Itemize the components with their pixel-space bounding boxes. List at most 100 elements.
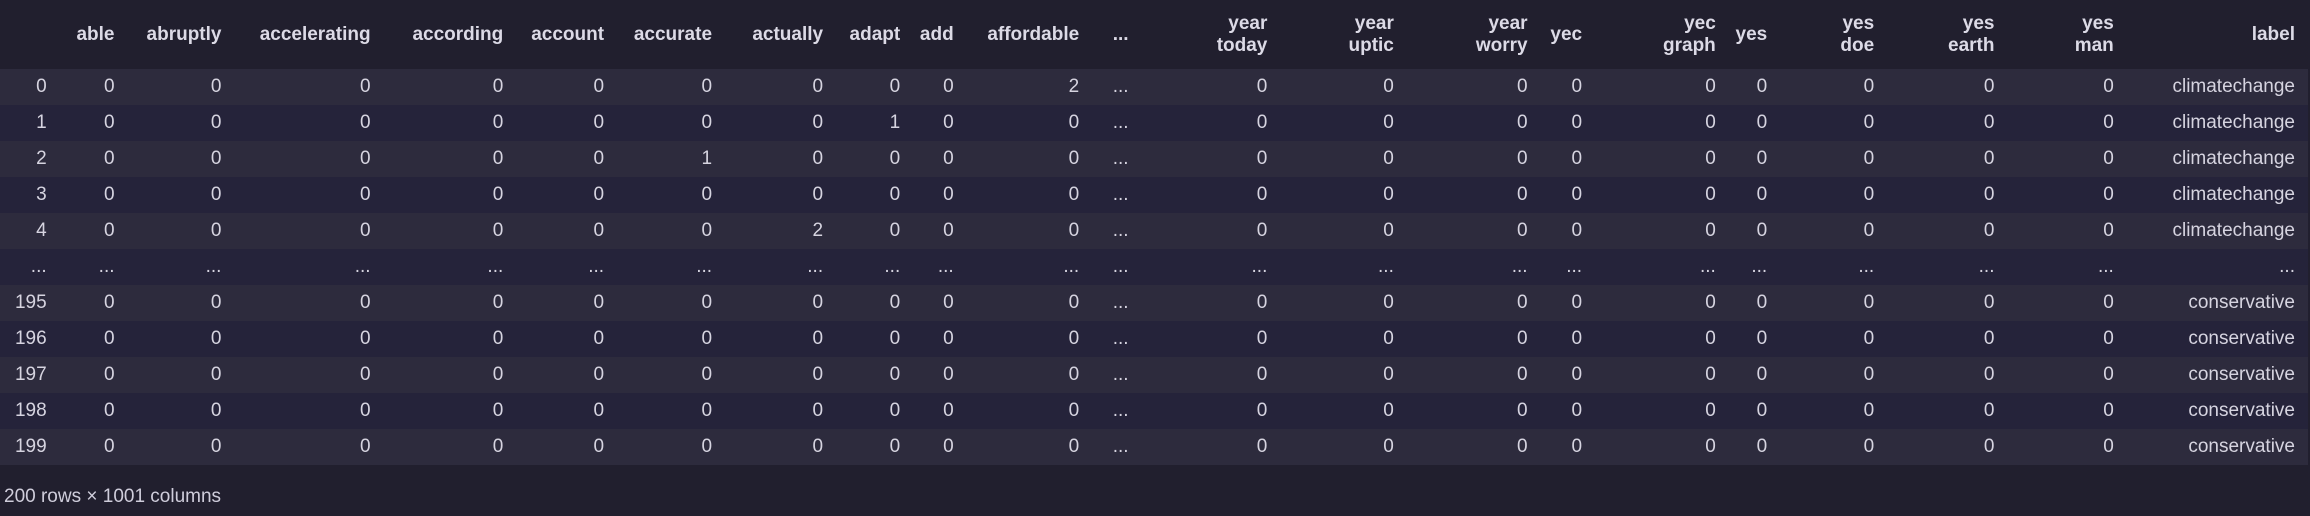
column-header: yes man bbox=[2074, 12, 2114, 56]
table-cell: 0 bbox=[1383, 148, 1394, 169]
table-cell: ... bbox=[487, 256, 504, 277]
table-cell: 0 bbox=[593, 364, 605, 385]
table-cell: 0 bbox=[701, 292, 713, 313]
table-row: 3 0 0 0 0 0 0 0 0 0 0... 0 0 0 0 0 0 0 0 0 climatechange bbox=[0, 177, 2308, 213]
table-cell: 0 bbox=[360, 328, 371, 349]
index-header bbox=[0, 0, 60, 69]
table-cell: 0 bbox=[812, 364, 824, 385]
table-cell: 0 bbox=[103, 400, 115, 421]
table-cell: 0 bbox=[1983, 328, 1995, 349]
table-cell: 0 bbox=[103, 76, 115, 97]
table-cell: 0 bbox=[812, 184, 824, 205]
table-cell: 0 bbox=[1705, 328, 1716, 349]
table-cell: ... bbox=[2279, 256, 2295, 277]
table-cell: 1 bbox=[889, 112, 901, 133]
table-cell: 0 bbox=[1517, 436, 1528, 457]
table-cell: ... bbox=[1378, 256, 1394, 277]
column-header: yec bbox=[1550, 23, 1583, 45]
column-header: affordable bbox=[987, 23, 1080, 45]
table-cell: 0 bbox=[1068, 400, 1080, 421]
table-cell: 0 bbox=[593, 220, 605, 241]
table-cell: 0 bbox=[943, 292, 954, 313]
table-cell: 0 bbox=[360, 292, 371, 313]
table-cell: 0 bbox=[1068, 328, 1080, 349]
table-cell: ... bbox=[1112, 364, 1129, 385]
table-cell: 0 bbox=[1756, 436, 1768, 457]
row-index: 199 bbox=[14, 436, 47, 457]
table-cell: 0 bbox=[1983, 400, 1995, 421]
table-cell: 0 bbox=[1383, 292, 1394, 313]
table-cell: 0 bbox=[492, 112, 504, 133]
table-row: 195 0 0 0 0 0 0 0 0 0 0... 0 0 0 0 0 0 0 0 0 conservative bbox=[0, 285, 2308, 321]
table-cell: 0 bbox=[1383, 328, 1394, 349]
row-index: 198 bbox=[14, 400, 47, 421]
table-cell: 0 bbox=[889, 76, 901, 97]
table-cell: ... bbox=[884, 256, 901, 277]
table-cell: 0 bbox=[1705, 292, 1716, 313]
table-cell: 0 bbox=[1383, 112, 1394, 133]
table-cell: 0 bbox=[1705, 148, 1716, 169]
table-cell: 0 bbox=[943, 184, 954, 205]
table-cell: 0 bbox=[889, 364, 901, 385]
table-cell: 2 bbox=[812, 220, 824, 241]
table-cell: 0 bbox=[360, 436, 371, 457]
table-cell: 0 bbox=[593, 328, 605, 349]
column-header: able bbox=[76, 23, 115, 45]
table-cell: 0 bbox=[1068, 292, 1080, 313]
table-cell: 0 bbox=[701, 364, 713, 385]
column-header: accurate bbox=[633, 23, 713, 45]
table-cell: 0 bbox=[2103, 76, 2114, 97]
table-cell: 0 bbox=[492, 220, 504, 241]
table-cell: 0 bbox=[1068, 436, 1080, 457]
table-cell: 0 bbox=[103, 220, 115, 241]
column-header: yec graph bbox=[1663, 12, 1716, 56]
table-cell: 0 bbox=[1517, 364, 1528, 385]
table-cell: 0 bbox=[812, 76, 824, 97]
column-header: ... bbox=[1112, 23, 1129, 45]
table-row: 196 0 0 0 0 0 0 0 0 0 0... 0 0 0 0 0 0 0 0 0 conservative bbox=[0, 321, 2308, 357]
table-cell: 0 bbox=[1983, 76, 1995, 97]
table-cell: 0 bbox=[2103, 220, 2114, 241]
table-cell: ... bbox=[696, 256, 713, 277]
column-header: year worry bbox=[1475, 12, 1528, 56]
table-cell: 0 bbox=[210, 436, 222, 457]
table-cell: 0 bbox=[103, 112, 115, 133]
table-cell: 0 bbox=[1705, 436, 1716, 457]
table-cell: 2 bbox=[1068, 76, 1080, 97]
table-cell: 0 bbox=[360, 184, 371, 205]
table-cell: 0 bbox=[1517, 328, 1528, 349]
table-cell: 0 bbox=[210, 112, 222, 133]
table-cell: ... bbox=[1112, 148, 1129, 169]
column-header: year uptic bbox=[1348, 12, 1394, 56]
row-index: 2 bbox=[36, 148, 47, 169]
table-cell: 0 bbox=[1256, 364, 1268, 385]
table-cell: ... bbox=[1112, 76, 1129, 97]
table-cell: 0 bbox=[360, 364, 371, 385]
table-cell: 0 bbox=[1256, 400, 1268, 421]
table-cell: 0 bbox=[1705, 184, 1716, 205]
table-cell: ... bbox=[1858, 256, 1875, 277]
table-cell: 0 bbox=[1863, 328, 1875, 349]
table-cell: 0 bbox=[210, 220, 222, 241]
table-cell: 0 bbox=[492, 148, 504, 169]
table-cell: 0 bbox=[1983, 148, 1995, 169]
table-cell: 0 bbox=[103, 436, 115, 457]
table-cell: ... bbox=[1112, 328, 1129, 349]
table-cell: 0 bbox=[1756, 328, 1768, 349]
table-cell: 0 bbox=[492, 328, 504, 349]
table-cell: 0 bbox=[1756, 112, 1768, 133]
table-cell: 0 bbox=[1571, 436, 1583, 457]
table-cell: 0 bbox=[2103, 112, 2114, 133]
table-cell: ... bbox=[1112, 220, 1129, 241]
table-cell: 0 bbox=[2103, 328, 2114, 349]
table-cell: 0 bbox=[210, 148, 222, 169]
table-cell: 0 bbox=[593, 436, 605, 457]
table-cell: ... bbox=[1566, 256, 1583, 277]
table-cell: ... bbox=[1251, 256, 1268, 277]
table-cell: 0 bbox=[1983, 220, 1995, 241]
row-index: 4 bbox=[36, 220, 47, 241]
table-cell: 0 bbox=[1863, 112, 1875, 133]
table-row: 198 0 0 0 0 0 0 0 0 0 0... 0 0 0 0 0 0 0 0 0 conservative bbox=[0, 393, 2308, 429]
table-cell: 0 bbox=[1068, 364, 1080, 385]
table-cell: 0 bbox=[1383, 220, 1394, 241]
